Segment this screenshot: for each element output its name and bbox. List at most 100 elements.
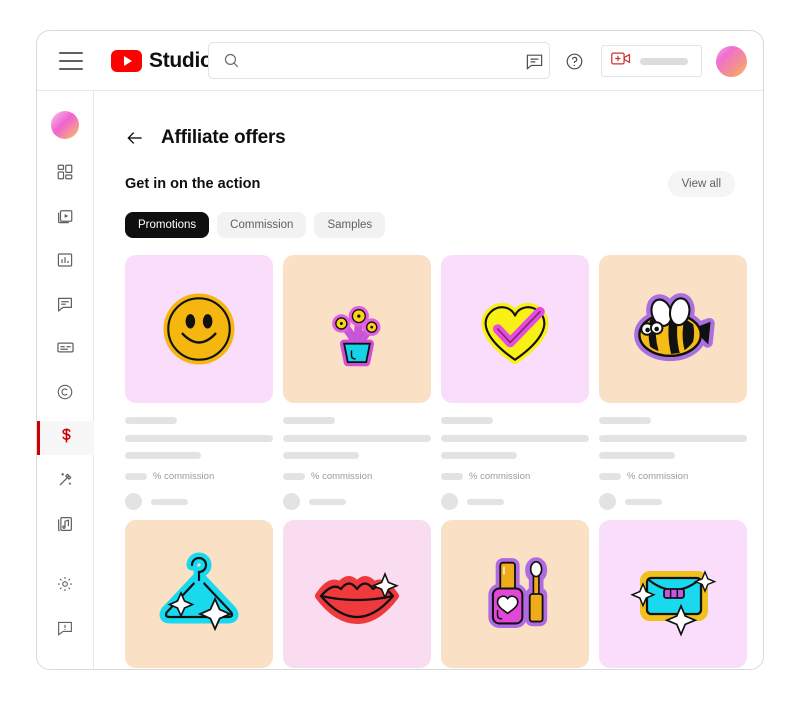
chip-promotions[interactable]: Promotions <box>125 212 210 238</box>
bee-icon <box>634 293 715 362</box>
seller-row <box>441 493 589 510</box>
youtube-logo-icon <box>111 49 142 72</box>
nail-polish-icon <box>488 557 548 629</box>
commission-row: % commission <box>441 471 589 482</box>
offer-thumbnail <box>125 520 273 668</box>
seller-row <box>599 493 747 510</box>
commission-label: % commission <box>311 471 373 482</box>
offer-card[interactable]: % commission <box>283 255 431 510</box>
commission-value-skeleton <box>283 473 305 480</box>
offer-thumbnail <box>599 520 747 668</box>
sidebar-item-subtitles[interactable] <box>37 333 94 367</box>
title-skeleton <box>125 417 177 424</box>
sidebar-item-earn[interactable] <box>37 421 94 455</box>
offer-grid: % commission % commission % commission %… <box>125 255 763 669</box>
sidebar-item-audio-library[interactable] <box>37 509 94 543</box>
studio-brand[interactable]: Studio <box>111 49 213 73</box>
seller-row <box>283 493 431 510</box>
sidebar-item-copyright[interactable] <box>37 377 94 411</box>
main-content: Affiliate offers Get in on the action Vi… <box>94 91 763 669</box>
desc2-skeleton <box>125 452 201 459</box>
analytics-icon <box>56 251 74 274</box>
offer-thumbnail <box>283 520 431 668</box>
sidebar-item-analytics[interactable] <box>37 245 94 279</box>
search-input[interactable] <box>250 52 549 69</box>
clutch-bag-icon <box>630 570 717 637</box>
desc-skeleton <box>125 435 273 442</box>
sidebar-bottom <box>37 569 94 669</box>
feedback-icon[interactable] <box>521 48 547 74</box>
lips-icon <box>315 571 399 624</box>
smiley-icon <box>163 293 235 365</box>
seller-name-skeleton <box>309 498 346 505</box>
brand-label: Studio <box>149 48 213 72</box>
sidebar-item-customization[interactable] <box>37 465 94 499</box>
commission-label: % commission <box>153 471 215 482</box>
sidebar-item-comments[interactable] <box>37 289 94 323</box>
desc2-skeleton <box>441 452 517 459</box>
create-button[interactable] <box>601 45 702 77</box>
commission-row: % commission <box>599 471 747 482</box>
seller-name-skeleton <box>467 498 504 505</box>
seller-avatar <box>125 493 142 510</box>
subtitles-icon <box>56 338 75 362</box>
offer-card[interactable]: % commission <box>125 520 273 669</box>
offer-thumbnail <box>599 255 747 403</box>
view-all-button[interactable]: View all <box>667 171 735 197</box>
commission-label: % commission <box>469 471 531 482</box>
page-title: Affiliate offers <box>161 127 286 148</box>
audio-library-icon <box>56 515 74 538</box>
offer-card[interactable]: % commission <box>125 255 273 510</box>
heart-check-icon <box>481 302 549 365</box>
seller-avatar <box>599 493 616 510</box>
seller-row <box>125 493 273 510</box>
offer-card[interactable]: % commission <box>283 520 431 669</box>
seller-name-skeleton <box>151 498 188 505</box>
account-avatar[interactable] <box>716 45 747 77</box>
chip-commission[interactable]: Commission <box>217 212 307 238</box>
search-icon <box>223 52 240 69</box>
search-box[interactable] <box>208 42 550 79</box>
create-label-skeleton <box>640 57 688 65</box>
help-icon[interactable] <box>561 48 587 74</box>
sidebar-item-content[interactable] <box>37 201 94 235</box>
title-skeleton <box>599 417 651 424</box>
desc2-skeleton <box>283 452 359 459</box>
offer-card[interactable]: % commission <box>599 520 747 669</box>
copyright-icon <box>56 383 74 406</box>
hanger-icon <box>159 552 239 632</box>
gear-icon <box>56 575 74 598</box>
title-skeleton <box>283 417 335 424</box>
top-actions <box>521 31 747 91</box>
flowerpot-icon <box>332 306 381 367</box>
top-bar: Studio <box>37 31 763 91</box>
offer-card[interactable]: % commission <box>599 255 747 510</box>
back-arrow-icon[interactable] <box>125 128 145 148</box>
chip-samples[interactable]: Samples <box>314 212 386 238</box>
sidebar-item-channel-avatar[interactable] <box>51 111 79 139</box>
offer-thumbnail <box>283 255 431 403</box>
dollar-icon <box>57 426 76 450</box>
sidebar-item-dashboard[interactable] <box>37 157 94 191</box>
offer-thumbnail <box>125 255 273 403</box>
commission-value-skeleton <box>441 473 463 480</box>
sidebar-item-settings[interactable] <box>37 569 94 603</box>
offer-card[interactable]: % commission <box>441 255 589 510</box>
commission-value-skeleton <box>125 473 147 480</box>
desc-skeleton <box>283 435 431 442</box>
filter-chips: Promotions Commission Samples <box>125 212 763 238</box>
seller-avatar <box>441 493 458 510</box>
desc-skeleton <box>441 435 589 442</box>
hamburger-icon[interactable] <box>59 51 83 70</box>
desc2-skeleton <box>599 452 675 459</box>
create-video-icon <box>611 50 631 72</box>
offer-card[interactable]: % commission <box>441 520 589 669</box>
magic-wand-icon <box>56 470 75 494</box>
comments-icon <box>56 295 74 318</box>
content-icon <box>56 207 74 230</box>
sidebar-item-send-feedback[interactable] <box>37 613 94 647</box>
section-title: Get in on the action <box>125 176 261 192</box>
sidebar <box>37 91 94 669</box>
desc-skeleton <box>599 435 747 442</box>
offer-thumbnail <box>441 520 589 668</box>
